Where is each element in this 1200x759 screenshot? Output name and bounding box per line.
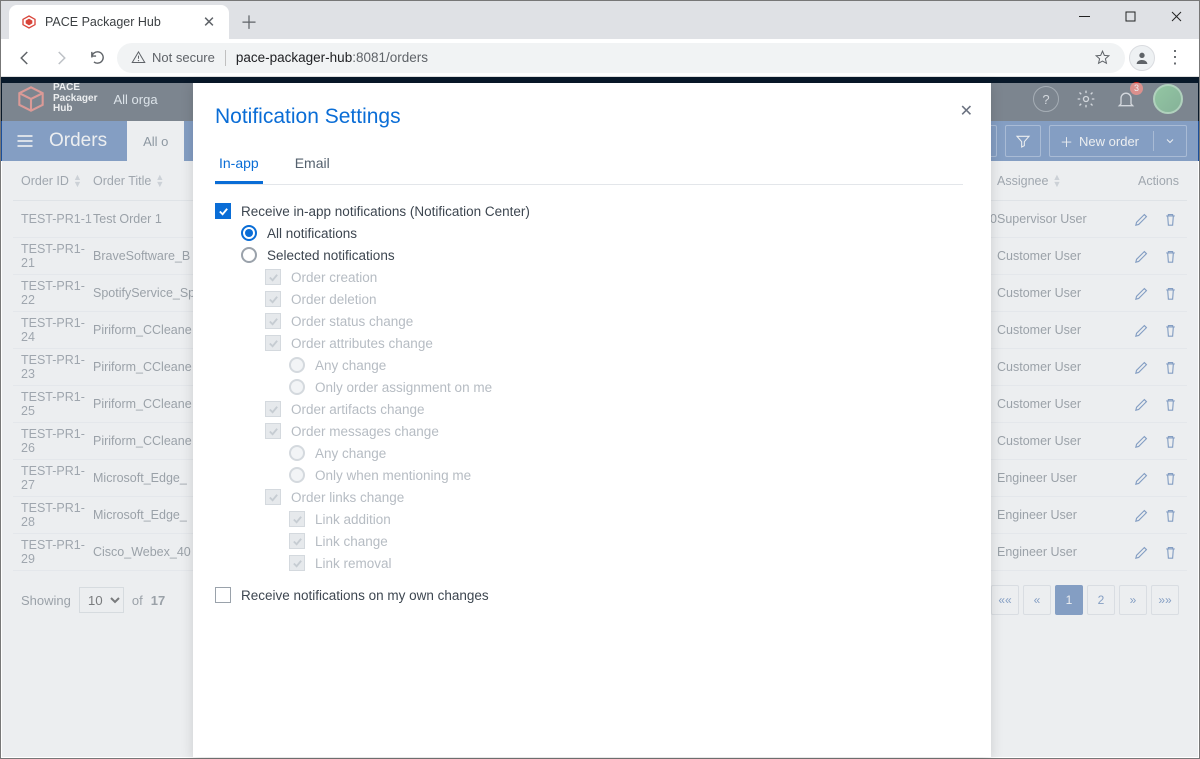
checkbox-receive-own[interactable]: [215, 587, 231, 603]
not-secure-label: Not secure: [152, 50, 215, 65]
window-maximize[interactable]: [1107, 1, 1153, 31]
label-all-notifications: All notifications: [267, 226, 357, 241]
checkbox-order-deletion: [265, 291, 281, 307]
checkbox-order-messages: [265, 423, 281, 439]
label-msg-mention: Only when mentioning me: [315, 468, 471, 483]
profile-button[interactable]: [1129, 45, 1155, 71]
not-secure-indicator[interactable]: Not secure: [131, 50, 215, 65]
label-receive-inapp: Receive in-app notifications (Notificati…: [241, 204, 530, 219]
checkbox-order-attrs: [265, 335, 281, 351]
tab-inapp[interactable]: In-app: [215, 147, 263, 184]
label-order-attrs: Order attributes change: [291, 336, 433, 351]
browser-tab[interactable]: PACE Packager Hub ✕: [9, 5, 229, 39]
checkbox-link-removal: [289, 555, 305, 571]
radio-msg-any: [289, 445, 305, 461]
tab-favicon: [21, 14, 37, 30]
address-bar[interactable]: Not secure pace-packager-hub:8081/orders: [117, 43, 1125, 73]
modal-title: Notification Settings: [215, 105, 963, 129]
warning-icon: [131, 50, 146, 65]
radio-msg-mention: [289, 467, 305, 483]
label-attrs-any: Any change: [315, 358, 386, 373]
label-selected-notifications: Selected notifications: [267, 248, 395, 263]
radio-attrs-me: [289, 379, 305, 395]
tab-email[interactable]: Email: [291, 147, 334, 184]
label-receive-own: Receive notifications on my own changes: [241, 588, 489, 603]
new-tab-button[interactable]: ＋: [235, 8, 263, 36]
nav-back-icon[interactable]: [9, 42, 41, 74]
radio-attrs-any: [289, 357, 305, 373]
label-attrs-me: Only order assignment on me: [315, 380, 492, 395]
label-link-addition: Link addition: [315, 512, 391, 527]
nav-forward-icon: [45, 42, 77, 74]
browser-menu-icon[interactable]: ⋮: [1159, 42, 1191, 74]
label-order-status: Order status change: [291, 314, 413, 329]
label-msg-any: Any change: [315, 446, 386, 461]
url-text: pace-packager-hub:8081/orders: [236, 50, 1084, 65]
checkbox-order-status: [265, 313, 281, 329]
checkbox-link-addition: [289, 511, 305, 527]
label-order-deletion: Order deletion: [291, 292, 377, 307]
label-order-creation: Order creation: [291, 270, 377, 285]
window-close[interactable]: [1153, 1, 1199, 31]
window-minimize[interactable]: [1061, 1, 1107, 31]
label-link-removal: Link removal: [315, 556, 392, 571]
checkbox-link-change: [289, 533, 305, 549]
bookmark-star-icon[interactable]: [1094, 49, 1111, 66]
label-order-messages: Order messages change: [291, 424, 439, 439]
notification-settings-modal: ✕ Notification Settings In-app Email Rec…: [193, 83, 991, 757]
checkbox-receive-inapp[interactable]: [215, 203, 231, 219]
label-order-links: Order links change: [291, 490, 404, 505]
checkbox-order-artifacts: [265, 401, 281, 417]
label-order-artifacts: Order artifacts change: [291, 402, 425, 417]
radio-selected-notifications[interactable]: [241, 247, 257, 263]
omnibox-divider: [225, 50, 226, 66]
nav-reload-icon[interactable]: [81, 42, 113, 74]
tab-close-icon[interactable]: ✕: [201, 14, 217, 30]
radio-all-notifications[interactable]: [241, 225, 257, 241]
label-link-change: Link change: [315, 534, 388, 549]
checkbox-order-links: [265, 489, 281, 505]
tab-title: PACE Packager Hub: [45, 15, 193, 29]
checkbox-order-creation: [265, 269, 281, 285]
modal-close-icon[interactable]: ✕: [960, 101, 973, 121]
